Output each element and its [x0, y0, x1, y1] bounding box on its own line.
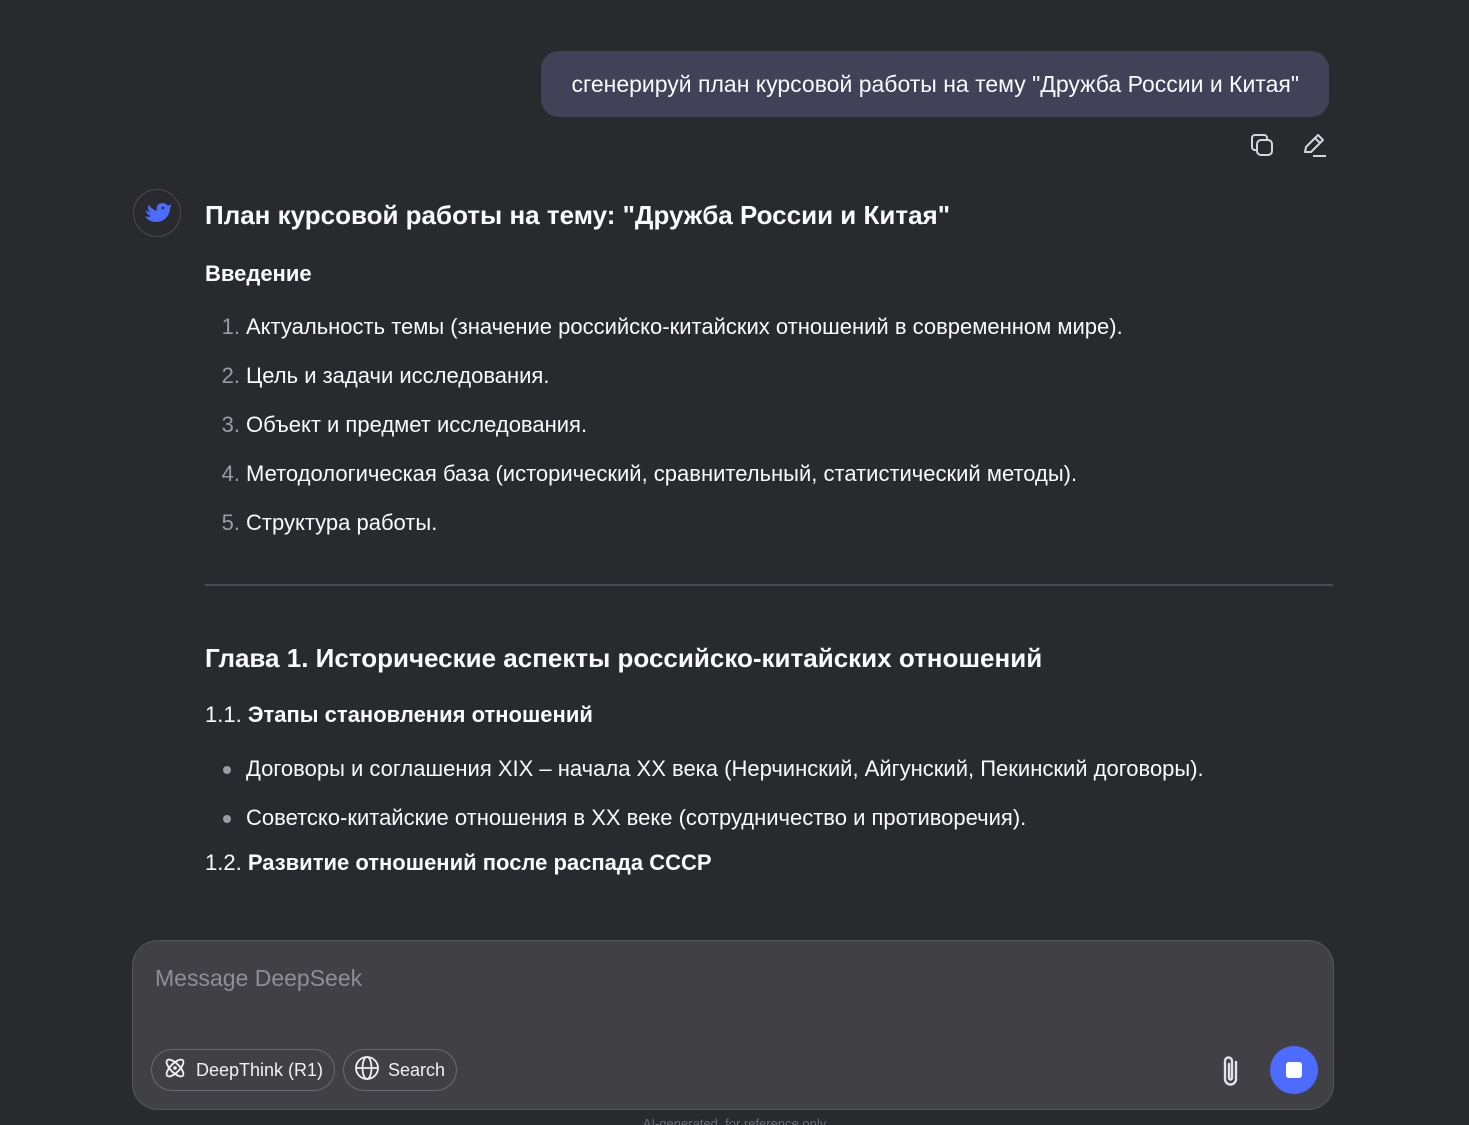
- section-title: Развитие отношений после распада СССР: [247, 850, 712, 875]
- footer-disclaimer: AI-generated, for reference only: [642, 1116, 827, 1125]
- intro-heading: Введение: [205, 261, 312, 286]
- list-text: Объект и предмет исследования.: [246, 412, 588, 437]
- list-text: Цель и задачи исследования.: [246, 363, 550, 388]
- bullet-list: Договоры и соглашения XIX – начала XX ве…: [205, 754, 1333, 833]
- section-divider: [205, 584, 1333, 586]
- list-item: 3. Объект и предмет исследования.: [205, 410, 1333, 440]
- list-text: Методологическая база (исторический, сра…: [246, 461, 1078, 486]
- chapter-title: Глава 1. Исторические аспекты российско-…: [205, 643, 1043, 673]
- section-heading: 1.1. Этапы становления отношений: [205, 700, 1333, 730]
- message-composer: Message DeepSeek DeepThink (R1) Search: [132, 940, 1334, 1110]
- list-text: Актуальность темы (значение российско-ки…: [246, 314, 1123, 339]
- bullet-dot: [205, 803, 246, 833]
- deepthink-label: DeepThink (R1): [196, 1059, 324, 1080]
- list-item: 4. Методологическая база (исторический, …: [205, 459, 1333, 489]
- message-input[interactable]: Message DeepSeek: [155, 965, 362, 992]
- bullet-dot: [205, 754, 246, 784]
- section-number: 1.2.: [205, 850, 242, 875]
- assistant-answer: План курсовой работы на тему: "Дружба Ро…: [205, 190, 1333, 878]
- globe-icon: [354, 1055, 380, 1086]
- bullet-text: Договоры и соглашения XIX – начала XX ве…: [246, 756, 1204, 781]
- user-message-actions: [1247, 130, 1329, 160]
- list-number: 5.: [221, 510, 240, 535]
- list-number: 4.: [221, 461, 240, 486]
- list-number: 2.: [221, 363, 240, 388]
- bullet-text: Советско-китайские отношения в XX веке (…: [246, 805, 1027, 830]
- search-button[interactable]: Search: [343, 1049, 458, 1091]
- list-number: 3.: [221, 412, 240, 437]
- bullet-item: Договоры и соглашения XIX – начала XX ве…: [205, 754, 1333, 784]
- list-number: 1.: [221, 314, 240, 339]
- deepseek-whale-icon: [133, 189, 181, 237]
- bullet-item: Советско-китайские отношения в XX веке (…: [205, 803, 1333, 833]
- edit-icon[interactable]: [1299, 130, 1329, 160]
- search-label: Search: [388, 1059, 446, 1080]
- paperclip-icon[interactable]: [1215, 1053, 1247, 1089]
- deepthink-button[interactable]: DeepThink (R1): [151, 1049, 336, 1091]
- atom-icon: [162, 1055, 188, 1086]
- intro-list: 1. Актуальность темы (значение российско…: [205, 312, 1333, 538]
- list-item: 1. Актуальность темы (значение российско…: [205, 312, 1333, 342]
- chat-page: сгенерируй план курсовой работы на тему …: [0, 0, 1469, 1125]
- section-number: 1.1.: [205, 702, 242, 727]
- list-text: Структура работы.: [246, 510, 438, 535]
- section-title: Этапы становления отношений: [247, 702, 593, 727]
- user-message-bubble: сгенерируй план курсовой работы на тему …: [541, 51, 1329, 117]
- list-item: 5. Структура работы.: [205, 508, 1333, 538]
- stop-icon: [1286, 1062, 1302, 1078]
- stop-button[interactable]: [1270, 1046, 1318, 1094]
- answer-title: План курсовой работы на тему: "Дружба Ро…: [205, 200, 951, 230]
- list-item: 2. Цель и задачи исследования.: [205, 361, 1333, 391]
- section-heading: 1.2. Развитие отношений после распада СС…: [205, 848, 1333, 878]
- user-message-text: сгенерируй план курсовой работы на тему …: [571, 70, 1299, 97]
- copy-icon[interactable]: [1247, 130, 1277, 160]
